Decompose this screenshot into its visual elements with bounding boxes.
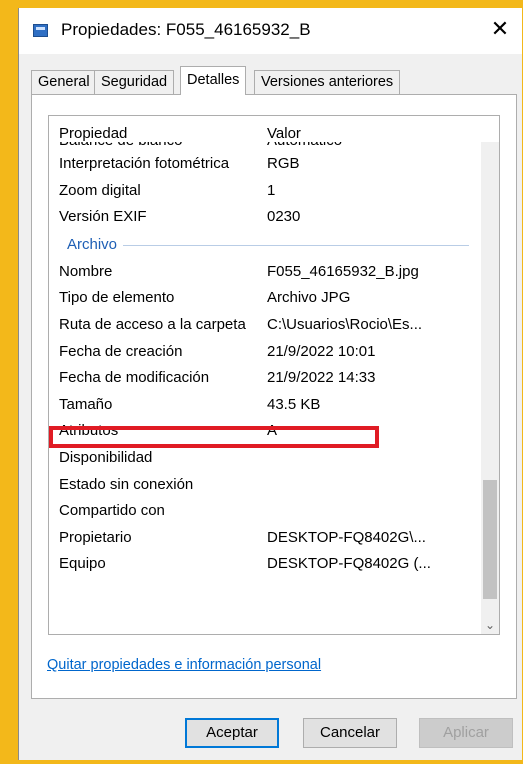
tab-seguridad[interactable]: Seguridad (94, 70, 175, 94)
highlight-annotation (49, 426, 379, 448)
image-file-icon (33, 24, 48, 37)
row-property: Nombre (59, 262, 113, 280)
row-property: Interpretación fotométrica (59, 155, 230, 172)
row-value: C:\Usuarios\Rocio\Es... (267, 315, 423, 333)
details-rows: Balance de blanco Automático Interpretac… (49, 138, 469, 577)
ok-button[interactable]: Aceptar (185, 718, 279, 748)
list-row[interactable]: Fecha de creación 21/9/2022 10:01 (49, 338, 469, 365)
row-property: Compartido con (59, 502, 165, 520)
list-row[interactable]: Nombre F055_46165932_B.jpg (49, 258, 469, 285)
list-row[interactable]: Estado sin conexión (49, 471, 469, 498)
row-property: Propietario (59, 528, 132, 546)
cancel-button[interactable]: Cancelar (303, 718, 397, 748)
list-row[interactable]: Compartido con (49, 497, 469, 524)
details-panel: Propiedad Valor Balance de blanco Automá… (31, 94, 517, 699)
list-row[interactable]: Zoom digital 1 (49, 177, 469, 204)
row-property: Fecha de modificación (59, 369, 210, 387)
list-row[interactable]: Tamaño 43.5 KB (49, 391, 469, 418)
list-row[interactable]: Interpretación fotométrica RGB (49, 150, 469, 177)
list-row[interactable]: Propietario DESKTOP-FQ8402G\... (49, 524, 469, 551)
scrollbar-thumb[interactable] (483, 480, 497, 599)
tab-versiones-anteriores[interactable]: Versiones anteriores (254, 70, 401, 94)
row-value: DESKTOP-FQ8402G\... (267, 528, 426, 546)
remove-properties-link[interactable]: Quitar propiedades e información persona… (47, 657, 321, 673)
list-header: Propiedad Valor (49, 116, 499, 142)
vertical-scrollbar[interactable]: ⌃ ⌄ (481, 116, 499, 634)
tab-general[interactable]: General (31, 70, 97, 94)
row-property: Versión EXIF (59, 208, 147, 226)
row-value: Archivo JPG (267, 289, 351, 307)
row-value: 21/9/2022 14:33 (267, 369, 376, 387)
list-row[interactable]: Tipo de elemento Archivo JPG (49, 284, 469, 311)
column-header-value[interactable]: Valor (267, 125, 301, 142)
row-property: Ruta de acceso a la carpeta (59, 315, 246, 333)
row-property: Fecha de creación (59, 342, 183, 360)
group-divider (67, 244, 469, 246)
row-value: 21/9/2022 10:01 (267, 342, 376, 360)
row-property: Estado sin conexión (59, 475, 194, 493)
group-label: Archivo (67, 235, 124, 253)
properties-dialog: Propiedades: F055_46165932_B ✕ General S… (18, 8, 522, 760)
row-value: F055_46165932_B.jpg (267, 262, 419, 280)
list-row[interactable]: Equipo DESKTOP-FQ8402G (... (49, 550, 469, 577)
row-value: 0230 (267, 208, 301, 226)
column-header-property[interactable]: Propiedad (59, 125, 127, 142)
row-value: 1 (267, 181, 276, 199)
title-bar: Propiedades: F055_46165932_B ✕ (19, 8, 522, 54)
window-title: Propiedades: F055_46165932_B (61, 20, 311, 39)
row-property: Equipo (59, 555, 106, 573)
list-row[interactable]: Versión EXIF 0230 (49, 203, 469, 230)
row-property: Tipo de elemento (59, 289, 175, 307)
row-property: Disponibilidad (59, 448, 153, 466)
row-value: 43.5 KB (267, 395, 321, 413)
list-row[interactable]: Ruta de acceso a la carpeta C:\Usuarios\R… (49, 311, 469, 338)
row-value: DESKTOP-FQ8402G (... (267, 555, 431, 573)
row-property: Zoom digital (59, 181, 141, 199)
details-list[interactable]: Propiedad Valor Balance de blanco Automá… (48, 115, 500, 635)
apply-button[interactable]: Aplicar (419, 718, 513, 748)
scroll-down-arrow-icon[interactable]: ⌄ (481, 617, 499, 634)
close-button[interactable]: ✕ (478, 8, 522, 54)
row-property: Tamaño (59, 395, 113, 413)
row-value: RGB (267, 155, 300, 172)
list-row[interactable]: Fecha de modificación 21/9/2022 14:33 (49, 364, 469, 391)
tab-detalles[interactable]: Detalles (180, 66, 247, 95)
group-header-archivo: Archivo (49, 230, 469, 258)
